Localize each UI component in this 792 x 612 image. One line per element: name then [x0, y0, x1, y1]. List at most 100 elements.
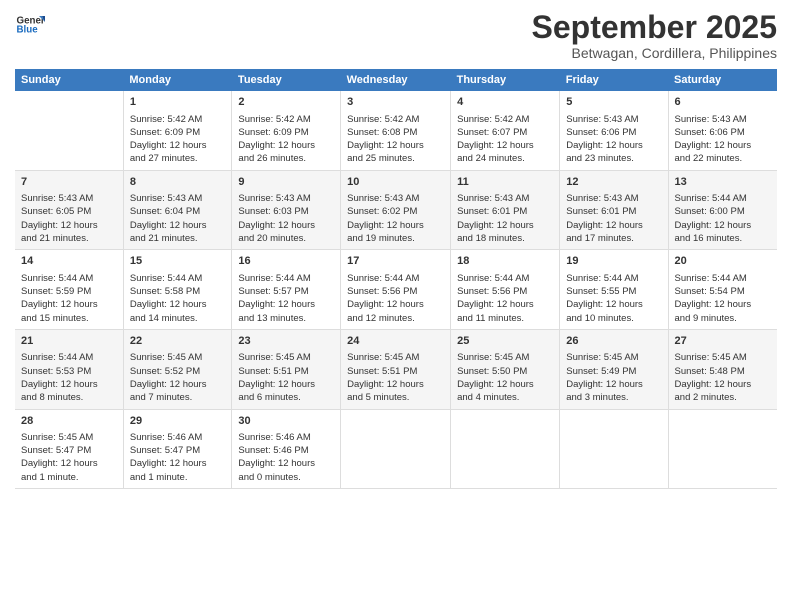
month-title: September 2025	[532, 10, 777, 45]
day-info-line: Daylight: 12 hours	[130, 457, 226, 470]
day-info-line: Sunrise: 5:45 AM	[130, 351, 226, 364]
day-info-line: Sunrise: 5:44 AM	[566, 272, 661, 285]
day-cell: 5Sunrise: 5:43 AMSunset: 6:06 PMDaylight…	[560, 91, 668, 170]
day-info-line: Sunset: 6:00 PM	[675, 205, 772, 218]
day-info-line: Daylight: 12 hours	[347, 378, 444, 391]
day-number: 30	[238, 414, 334, 429]
day-cell: 14Sunrise: 5:44 AMSunset: 5:59 PMDayligh…	[15, 250, 123, 330]
day-info-line: Sunset: 6:04 PM	[130, 205, 226, 218]
day-info-line: Daylight: 12 hours	[238, 219, 334, 232]
day-info-line: Sunrise: 5:44 AM	[347, 272, 444, 285]
day-info-line: Sunrise: 5:46 AM	[238, 431, 334, 444]
day-info-line: Sunset: 5:47 PM	[130, 444, 226, 457]
day-info-line: Sunset: 6:09 PM	[238, 126, 334, 139]
col-friday: Friday	[560, 69, 668, 91]
day-info-line: Sunrise: 5:44 AM	[21, 351, 117, 364]
day-number: 8	[130, 175, 226, 190]
day-info-line: and 3 minutes.	[566, 391, 661, 404]
day-info-line: and 18 minutes.	[457, 232, 553, 245]
day-info-line: Sunrise: 5:44 AM	[21, 272, 117, 285]
day-info-line: Daylight: 12 hours	[566, 378, 661, 391]
day-cell: 19Sunrise: 5:44 AMSunset: 5:55 PMDayligh…	[560, 250, 668, 330]
day-info-line: Sunset: 6:02 PM	[347, 205, 444, 218]
day-info-line: Sunset: 5:50 PM	[457, 365, 553, 378]
day-info-line: Daylight: 12 hours	[130, 378, 226, 391]
day-info-line: Sunrise: 5:42 AM	[457, 113, 553, 126]
day-info-line: and 19 minutes.	[347, 232, 444, 245]
day-number: 14	[21, 254, 117, 269]
day-info-line: and 16 minutes.	[675, 232, 772, 245]
day-info-line: Sunset: 5:48 PM	[675, 365, 772, 378]
subtitle: Betwagan, Cordillera, Philippines	[532, 45, 777, 61]
day-info-line: Daylight: 12 hours	[21, 298, 117, 311]
col-wednesday: Wednesday	[341, 69, 451, 91]
day-info-line: and 0 minutes.	[238, 471, 334, 484]
day-cell	[15, 91, 123, 170]
day-number: 26	[566, 334, 661, 349]
day-info-line: Daylight: 12 hours	[675, 139, 772, 152]
day-info-line: and 21 minutes.	[130, 232, 226, 245]
day-info-line: Sunrise: 5:42 AM	[130, 113, 226, 126]
day-info-line: and 11 minutes.	[457, 312, 553, 325]
week-row-3: 21Sunrise: 5:44 AMSunset: 5:53 PMDayligh…	[15, 329, 777, 409]
day-cell: 6Sunrise: 5:43 AMSunset: 6:06 PMDaylight…	[668, 91, 777, 170]
day-number: 12	[566, 175, 661, 190]
day-info-line: Daylight: 12 hours	[566, 298, 661, 311]
col-tuesday: Tuesday	[232, 69, 341, 91]
day-info-line: Sunrise: 5:43 AM	[566, 113, 661, 126]
day-info-line: Sunset: 5:49 PM	[566, 365, 661, 378]
day-info-line: Daylight: 12 hours	[566, 139, 661, 152]
day-info-line: and 4 minutes.	[457, 391, 553, 404]
col-saturday: Saturday	[668, 69, 777, 91]
day-info-line: Sunset: 6:01 PM	[566, 205, 661, 218]
day-info-line: Sunset: 5:56 PM	[347, 285, 444, 298]
week-row-2: 14Sunrise: 5:44 AMSunset: 5:59 PMDayligh…	[15, 250, 777, 330]
day-info-line: and 8 minutes.	[21, 391, 117, 404]
day-info-line: Sunset: 6:03 PM	[238, 205, 334, 218]
day-info-line: Sunrise: 5:43 AM	[457, 192, 553, 205]
day-info-line: and 22 minutes.	[675, 152, 772, 165]
day-info-line: Sunset: 6:05 PM	[21, 205, 117, 218]
day-cell: 7Sunrise: 5:43 AMSunset: 6:05 PMDaylight…	[15, 170, 123, 250]
day-info-line: and 13 minutes.	[238, 312, 334, 325]
day-info-line: Sunrise: 5:44 AM	[675, 272, 772, 285]
day-cell: 26Sunrise: 5:45 AMSunset: 5:49 PMDayligh…	[560, 329, 668, 409]
day-cell	[451, 409, 560, 489]
day-info-line: and 21 minutes.	[21, 232, 117, 245]
day-number: 18	[457, 254, 553, 269]
week-row-4: 28Sunrise: 5:45 AMSunset: 5:47 PMDayligh…	[15, 409, 777, 489]
week-row-0: 1Sunrise: 5:42 AMSunset: 6:09 PMDaylight…	[15, 91, 777, 170]
day-info-line: Sunset: 6:06 PM	[675, 126, 772, 139]
day-info-line: Sunrise: 5:43 AM	[566, 192, 661, 205]
day-info-line: and 26 minutes.	[238, 152, 334, 165]
day-number: 29	[130, 414, 226, 429]
day-info-line: Sunrise: 5:45 AM	[21, 431, 117, 444]
day-info-line: Daylight: 12 hours	[238, 457, 334, 470]
day-cell: 28Sunrise: 5:45 AMSunset: 5:47 PMDayligh…	[15, 409, 123, 489]
day-info-line: Daylight: 12 hours	[21, 457, 117, 470]
day-info-line: Sunset: 5:51 PM	[347, 365, 444, 378]
day-cell: 16Sunrise: 5:44 AMSunset: 5:57 PMDayligh…	[232, 250, 341, 330]
day-info-line: and 20 minutes.	[238, 232, 334, 245]
day-number: 24	[347, 334, 444, 349]
day-info-line: and 5 minutes.	[347, 391, 444, 404]
day-cell: 18Sunrise: 5:44 AMSunset: 5:56 PMDayligh…	[451, 250, 560, 330]
day-info-line: Sunrise: 5:44 AM	[675, 192, 772, 205]
day-cell: 22Sunrise: 5:45 AMSunset: 5:52 PMDayligh…	[123, 329, 232, 409]
day-info-line: Daylight: 12 hours	[130, 219, 226, 232]
day-info-line: Sunrise: 5:44 AM	[457, 272, 553, 285]
day-cell: 30Sunrise: 5:46 AMSunset: 5:46 PMDayligh…	[232, 409, 341, 489]
title-block: September 2025 Betwagan, Cordillera, Phi…	[532, 10, 777, 61]
day-info-line: Sunrise: 5:42 AM	[347, 113, 444, 126]
day-info-line: Sunrise: 5:45 AM	[347, 351, 444, 364]
day-cell: 8Sunrise: 5:43 AMSunset: 6:04 PMDaylight…	[123, 170, 232, 250]
day-cell	[668, 409, 777, 489]
day-cell: 12Sunrise: 5:43 AMSunset: 6:01 PMDayligh…	[560, 170, 668, 250]
header: General Blue September 2025 Betwagan, Co…	[15, 10, 777, 61]
day-info-line: Sunrise: 5:43 AM	[21, 192, 117, 205]
day-number: 13	[675, 175, 772, 190]
day-info-line: Daylight: 12 hours	[457, 139, 553, 152]
day-number: 15	[130, 254, 226, 269]
day-info-line: Sunset: 6:01 PM	[457, 205, 553, 218]
day-cell: 24 Sunrise: 5:45 AMSunset: 5:51 PMDayligh…	[341, 329, 451, 409]
